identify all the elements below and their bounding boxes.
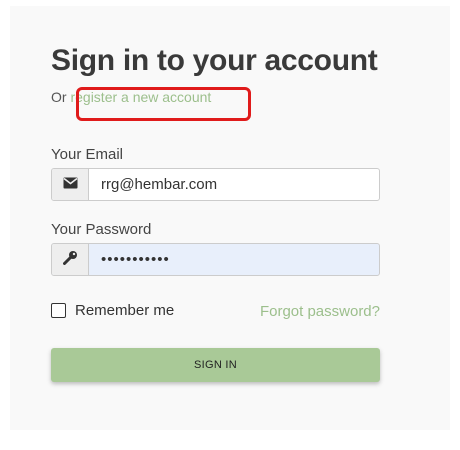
register-link[interactable]: register a new account [70, 89, 211, 105]
key-icon [62, 250, 78, 270]
email-label: Your Email [51, 146, 123, 163]
password-input-group [51, 243, 380, 276]
page-title: Sign in to your account [51, 44, 378, 77]
email-input-group [51, 168, 380, 201]
page-background: Sign in to your account Or register a ne… [0, 0, 460, 450]
register-prompt: Or register a new account [51, 89, 211, 105]
password-field[interactable] [89, 244, 379, 275]
email-addon [52, 169, 89, 200]
remember-label: Remember me [75, 302, 175, 319]
forgot-password-link[interactable]: Forgot password? [260, 303, 380, 320]
sign-in-button[interactable]: SIGN IN [51, 348, 380, 382]
remember-me: Remember me [51, 302, 174, 319]
password-addon [52, 244, 89, 275]
remember-checkbox[interactable] [51, 303, 66, 318]
or-text: Or [51, 89, 71, 105]
email-field[interactable] [89, 169, 379, 200]
password-label: Your Password [51, 221, 152, 238]
envelope-icon [63, 176, 78, 194]
